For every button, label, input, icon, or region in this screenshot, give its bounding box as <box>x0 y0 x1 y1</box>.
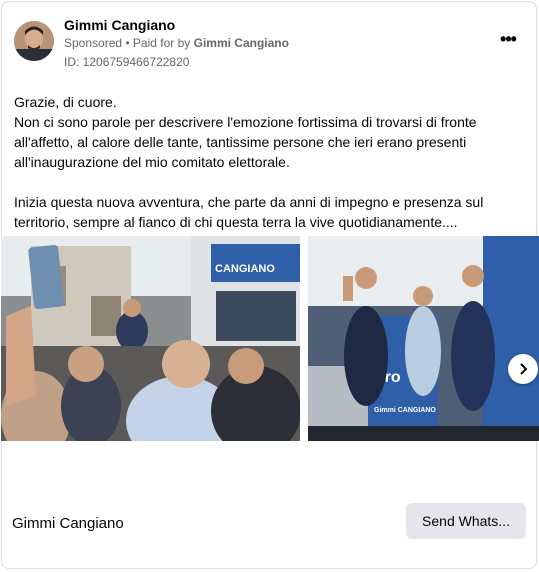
chevron-right-icon <box>520 363 528 375</box>
more-options-icon[interactable]: ••• <box>496 30 520 52</box>
carousel-image-2[interactable]: Pro Gimmi CANGIANO <box>308 236 539 441</box>
sign-text-3: Gimmi CANGIANO <box>374 407 436 414</box>
ad-id: ID: 1206759466722820 <box>64 55 190 69</box>
body-paragraph-1: Non ci sono parole per descrivere l'emoz… <box>14 114 477 170</box>
paid-for-prefix: Paid for by <box>132 36 194 50</box>
paid-for-name: Gimmi Cangiano <box>193 36 289 50</box>
meta-separator: • <box>122 36 133 50</box>
footer-page-name: Gimmi Cangiano <box>12 515 124 532</box>
avatar[interactable] <box>14 21 54 61</box>
post-body: Grazie, di cuore. Non ci sono parole per… <box>14 92 529 232</box>
sponsored-line: Sponsored • Paid for by Gimmi Cangiano <box>64 36 289 50</box>
send-whatsapp-button[interactable]: Send Whats... <box>406 503 526 539</box>
body-paragraph-2: Inizia questa nuova avventura, che parte… <box>14 194 484 230</box>
image-carousel: CANGIANO Pro Gimmi CANGIANO <box>0 236 539 442</box>
author-name[interactable]: Gimmi Cangiano <box>64 17 175 33</box>
body-line-1: Grazie, di cuore. <box>14 94 117 110</box>
sign-text-1: CANGIANO <box>215 263 275 275</box>
carousel-next-button[interactable] <box>508 354 538 384</box>
sponsored-label: Sponsored <box>64 36 123 50</box>
carousel-image-1[interactable]: CANGIANO <box>1 236 300 441</box>
